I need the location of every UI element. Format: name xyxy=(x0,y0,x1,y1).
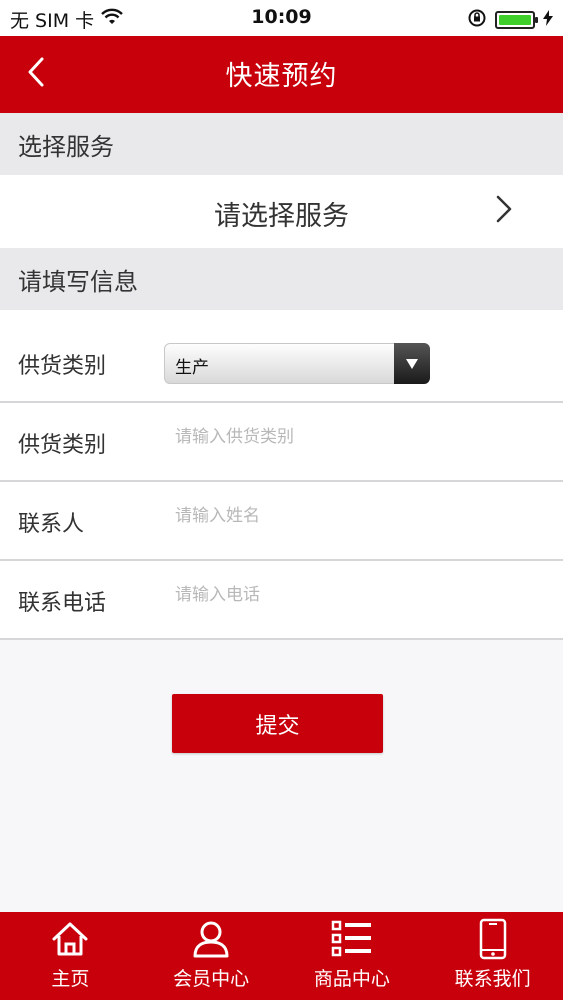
form-row-supply-type-input: 供货类别 xyxy=(0,403,563,482)
form-row-supply-type-select: 供货类别 生产 xyxy=(0,310,563,403)
contact-phone-label: 联系电话 xyxy=(18,591,107,616)
select-service-row[interactable]: 请选择服务 xyxy=(0,175,563,248)
tab-product-center[interactable]: 商品中心 xyxy=(282,912,423,1000)
battery-level xyxy=(499,15,531,25)
tab-bar: 主页 会员中心 商品中心 联系我们 xyxy=(0,912,563,1000)
supply-type-input-label: 供货类别 xyxy=(18,433,107,458)
supply-type-select[interactable]: 生产 xyxy=(164,343,430,384)
list-icon xyxy=(330,916,374,962)
supply-type-label: 供货类别 xyxy=(18,354,107,379)
tab-home-label: 主页 xyxy=(51,968,90,990)
submit-button[interactable]: 提交 xyxy=(172,694,383,753)
tab-member-center-label: 会员中心 xyxy=(173,968,250,990)
dropdown-arrow-icon xyxy=(394,343,430,384)
form-row-contact-phone: 联系电话 xyxy=(0,561,563,640)
phone-icon xyxy=(471,916,515,962)
supply-type-input[interactable] xyxy=(175,427,535,447)
nav-bar: 快速预约 xyxy=(0,36,563,113)
tab-home[interactable]: 主页 xyxy=(0,912,141,1000)
contact-name-input[interactable] xyxy=(175,506,535,526)
supply-type-selected-value: 生产 xyxy=(175,358,209,378)
select-service-label: 请选择服务 xyxy=(214,201,349,232)
rotation-lock-icon xyxy=(467,8,487,32)
home-icon xyxy=(48,916,92,962)
form-row-contact-name: 联系人 xyxy=(0,482,563,561)
tab-contact-us-label: 联系我们 xyxy=(454,968,531,990)
battery-icon xyxy=(495,11,538,29)
tab-contact-us[interactable]: 联系我们 xyxy=(422,912,563,1000)
tab-member-center[interactable]: 会员中心 xyxy=(141,912,282,1000)
page-title: 快速预约 xyxy=(225,61,338,92)
contact-name-label: 联系人 xyxy=(18,512,85,537)
tab-product-center-label: 商品中心 xyxy=(313,968,390,990)
contact-phone-input[interactable] xyxy=(175,585,535,605)
chevron-right-icon xyxy=(495,194,513,228)
charging-icon xyxy=(543,10,553,30)
section-header-service: 选择服务 xyxy=(0,113,563,175)
status-right-group xyxy=(467,8,553,32)
user-icon xyxy=(189,916,233,962)
status-bar: 无 SIM 卡 10:09 xyxy=(0,0,563,36)
section-header-info: 请填写信息 xyxy=(0,248,563,310)
